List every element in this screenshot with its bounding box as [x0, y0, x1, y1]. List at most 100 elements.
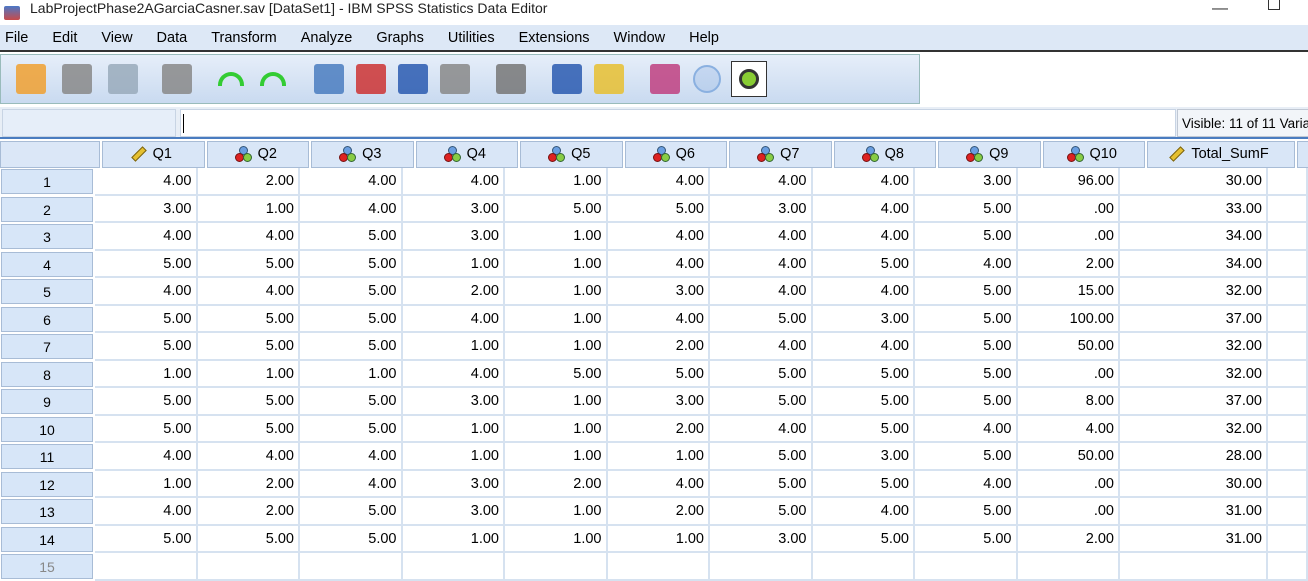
cell-q3[interactable]: 1.00 [300, 361, 403, 389]
cell-q9[interactable]: 5.00 [915, 278, 1018, 306]
cell-q9[interactable]: 5.00 [915, 196, 1018, 224]
empty-cell[interactable] [1268, 443, 1308, 471]
row-header[interactable]: 7 [1, 334, 93, 359]
cell-total_sumf[interactable]: 30.00 [1120, 471, 1268, 499]
cell-q3[interactable] [300, 553, 403, 581]
cell-q3[interactable]: 5.00 [300, 306, 403, 334]
cell-q6[interactable]: 5.00 [608, 361, 711, 389]
column-header-q10[interactable]: Q10 [1043, 141, 1146, 168]
cell-q3[interactable]: 5.00 [300, 278, 403, 306]
save-button[interactable] [59, 61, 95, 97]
cell-q5[interactable]: 1.00 [505, 388, 608, 416]
empty-cell[interactable] [1268, 416, 1308, 444]
maximize-button[interactable] [1268, 0, 1280, 10]
cell-q5[interactable]: 1.00 [505, 416, 608, 444]
cell-q2[interactable]: 2.00 [198, 471, 301, 499]
cell-q5[interactable]: 1.00 [505, 443, 608, 471]
cell-q2[interactable]: 5.00 [198, 306, 301, 334]
cell-q7[interactable]: 5.00 [710, 498, 813, 526]
column-header-q6[interactable]: Q6 [625, 141, 728, 168]
cell-q3[interactable]: 5.00 [300, 333, 403, 361]
cell-q5[interactable]: 1.00 [505, 333, 608, 361]
cell-q8[interactable]: 3.00 [813, 443, 916, 471]
empty-cell[interactable] [1268, 471, 1308, 499]
cell-q9[interactable]: 5.00 [915, 223, 1018, 251]
row-header[interactable]: 4 [1, 252, 93, 277]
cell-q4[interactable] [403, 553, 506, 581]
menu-window[interactable]: Window [609, 30, 666, 46]
cell-q1[interactable]: 1.00 [95, 361, 198, 389]
use-variable-sets-button[interactable] [689, 61, 725, 97]
cell-q6[interactable]: 4.00 [608, 471, 711, 499]
cell-q5[interactable]: 1.00 [505, 168, 608, 196]
menu-extensions[interactable]: Extensions [514, 30, 590, 46]
cell-q7[interactable]: 4.00 [710, 251, 813, 279]
cell-q3[interactable]: 5.00 [300, 251, 403, 279]
cell-q2[interactable]: 5.00 [198, 416, 301, 444]
cell-q2[interactable]: 4.00 [198, 223, 301, 251]
cell-q2[interactable] [198, 553, 301, 581]
cell-q4[interactable]: 3.00 [403, 196, 506, 224]
menu-view[interactable]: View [96, 30, 132, 46]
cell-q10[interactable]: .00 [1018, 196, 1121, 224]
cell-q3[interactable]: 4.00 [300, 443, 403, 471]
cell-q6[interactable]: 1.00 [608, 526, 711, 554]
value-labels-button[interactable] [647, 61, 683, 97]
cell-q4[interactable]: 1.00 [403, 416, 506, 444]
empty-cell[interactable] [1268, 196, 1308, 224]
redo-button[interactable] [255, 61, 291, 97]
row-header[interactable]: 9 [1, 389, 93, 414]
cell-q1[interactable]: 3.00 [95, 196, 198, 224]
cell-q5[interactable]: 1.00 [505, 498, 608, 526]
empty-cell[interactable] [1268, 361, 1308, 389]
cell-q8[interactable]: 4.00 [813, 196, 916, 224]
empty-cell[interactable] [1268, 306, 1308, 334]
cell-q9[interactable]: 5.00 [915, 361, 1018, 389]
minimize-button[interactable]: — [1212, 0, 1228, 18]
cell-total_sumf[interactable]: 28.00 [1120, 443, 1268, 471]
cell-q4[interactable]: 4.00 [403, 306, 506, 334]
column-header-q2[interactable]: Q2 [207, 141, 310, 168]
cell-q2[interactable]: 1.00 [198, 361, 301, 389]
cell-total_sumf[interactable]: 32.00 [1120, 416, 1268, 444]
cell-q7[interactable]: 5.00 [710, 388, 813, 416]
cell-q8[interactable]: 3.00 [813, 306, 916, 334]
menu-help[interactable]: Help [684, 30, 719, 46]
cell-q7[interactable]: 5.00 [710, 361, 813, 389]
cell-q1[interactable]: 5.00 [95, 526, 198, 554]
cell-q9[interactable]: 3.00 [915, 168, 1018, 196]
row-header[interactable]: 13 [1, 499, 93, 524]
cell-q7[interactable]: 3.00 [710, 196, 813, 224]
cell-q4[interactable]: 1.00 [403, 251, 506, 279]
column-header-q4[interactable]: Q4 [416, 141, 519, 168]
cell-q7[interactable]: 5.00 [710, 471, 813, 499]
cell-q5[interactable]: 1.00 [505, 306, 608, 334]
insert-cases-button[interactable] [549, 61, 585, 97]
cell-q6[interactable]: 2.00 [608, 333, 711, 361]
row-header[interactable]: 14 [1, 527, 93, 552]
cell-q1[interactable]: 4.00 [95, 278, 198, 306]
empty-column-header[interactable] [1297, 141, 1308, 168]
cell-total_sumf[interactable]: 31.00 [1120, 498, 1268, 526]
cell-q8[interactable]: 5.00 [813, 251, 916, 279]
empty-cell[interactable] [1268, 223, 1308, 251]
cell-q1[interactable]: 5.00 [95, 416, 198, 444]
undo-button[interactable] [213, 61, 249, 97]
cell-q4[interactable]: 2.00 [403, 278, 506, 306]
empty-cell[interactable] [1268, 498, 1308, 526]
cell-q4[interactable]: 3.00 [403, 498, 506, 526]
menu-file[interactable]: File [0, 30, 28, 46]
column-header-q5[interactable]: Q5 [520, 141, 623, 168]
menu-transform[interactable]: Transform [206, 30, 277, 46]
cell-q5[interactable]: 1.00 [505, 223, 608, 251]
cell-q1[interactable] [95, 553, 198, 581]
cell-q4[interactable]: 3.00 [403, 388, 506, 416]
cell-q7[interactable]: 4.00 [710, 223, 813, 251]
cell-q5[interactable]: 2.00 [505, 471, 608, 499]
cell-q8[interactable] [813, 553, 916, 581]
cell-total_sumf[interactable]: 31.00 [1120, 526, 1268, 554]
cell-q10[interactable]: 50.00 [1018, 443, 1121, 471]
row-header[interactable]: 10 [1, 417, 93, 442]
cell-q1[interactable]: 1.00 [95, 471, 198, 499]
cell-q8[interactable]: 4.00 [813, 278, 916, 306]
